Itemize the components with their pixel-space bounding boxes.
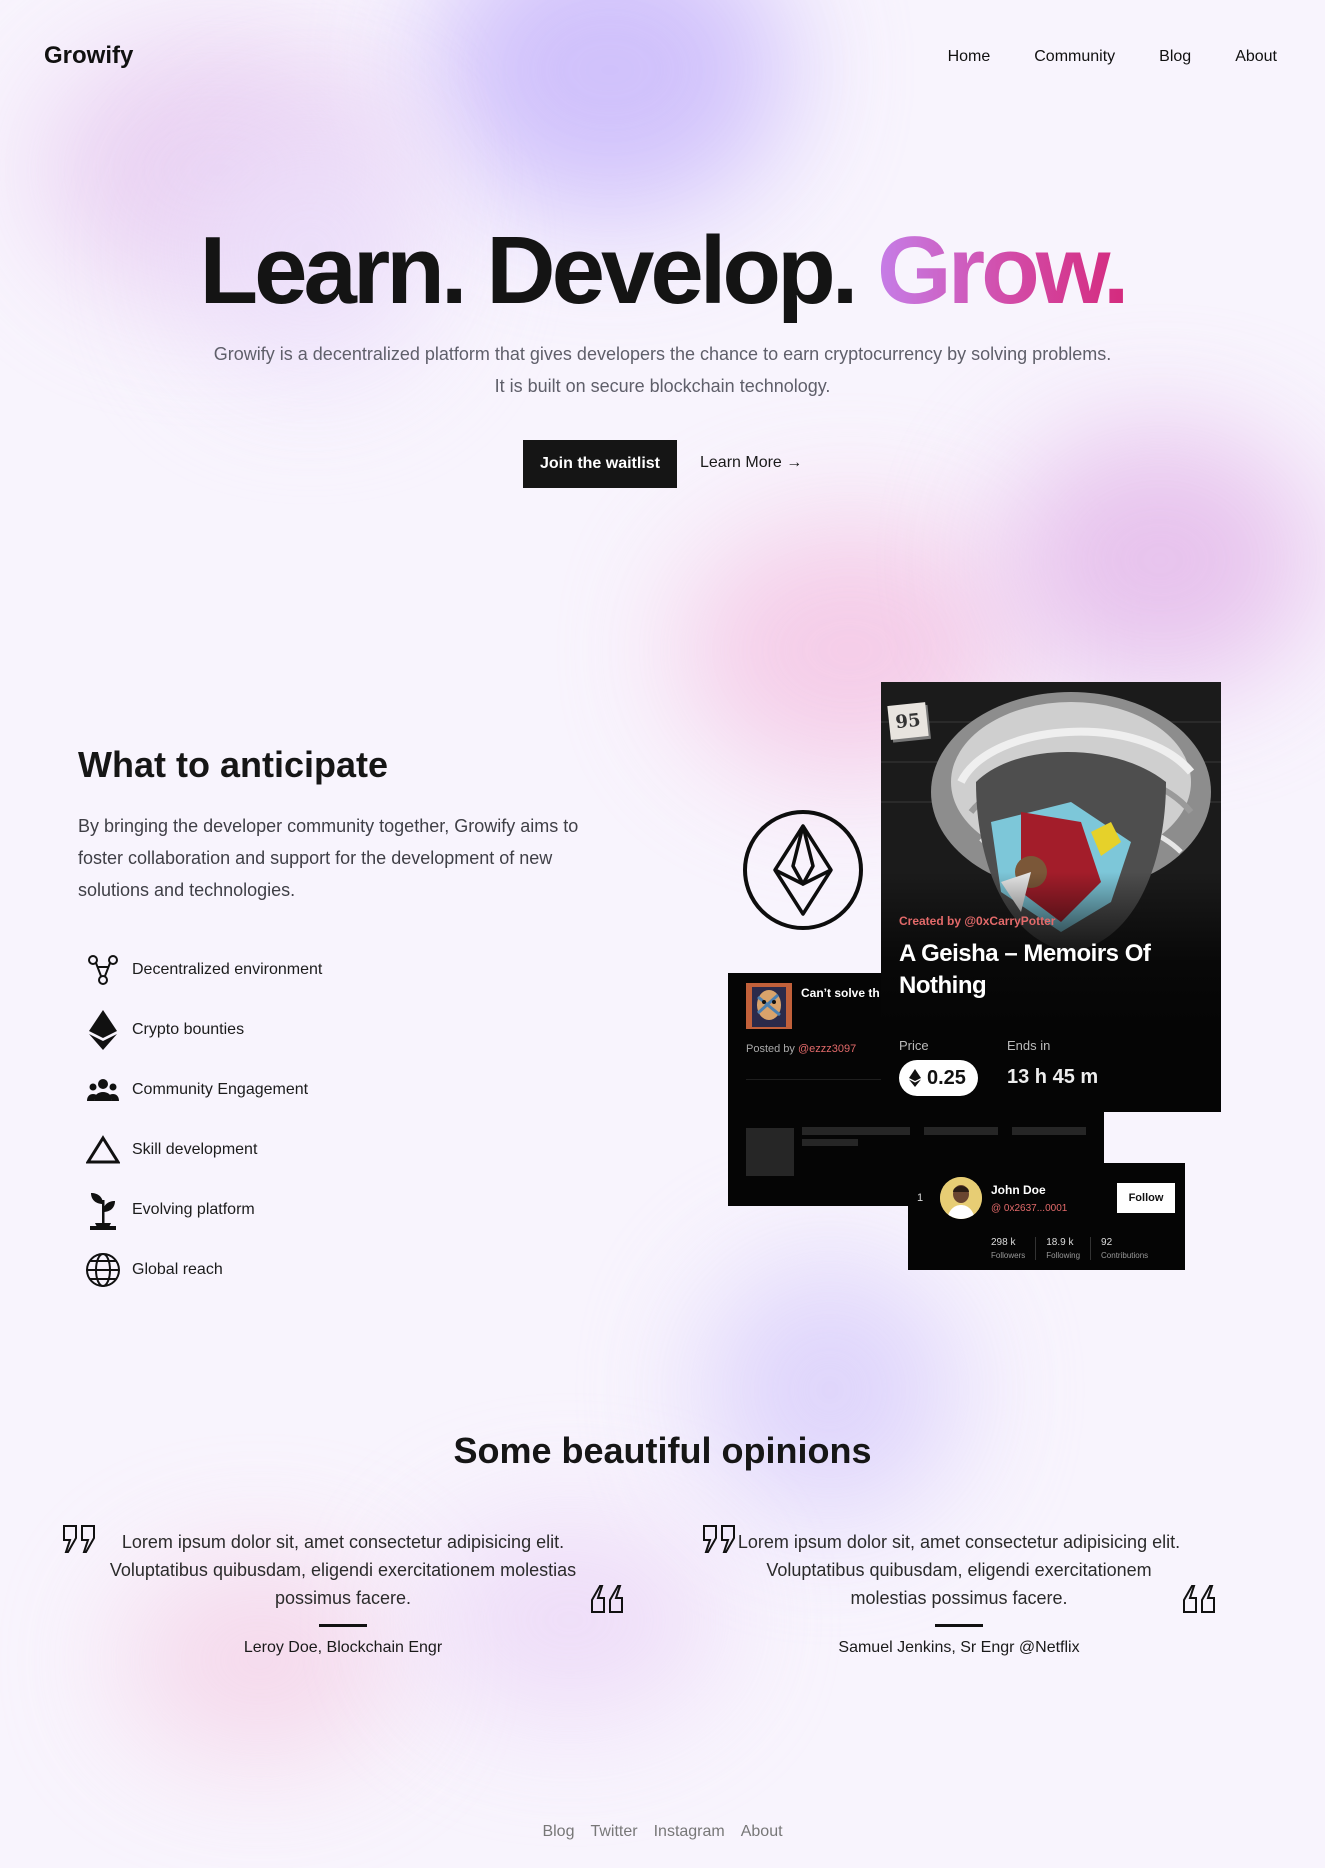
feature-item: Global reach: [84, 1240, 322, 1300]
nft-badge: 95: [887, 702, 929, 740]
open-quote-icon: [703, 1525, 735, 1553]
feature-label: Evolving platform: [132, 1201, 255, 1218]
feature-item: Crypto bounties: [84, 1000, 322, 1060]
divider: [746, 1079, 886, 1080]
feature-item: Evolving platform: [84, 1180, 322, 1240]
nft-title: A Geisha – Memoirs Of Nothing: [899, 940, 1151, 999]
profile-card: 1 John Doe @ 0x2637...0001 Follow 298 k …: [908, 1163, 1185, 1270]
post-title: Can’t solve th issue, it’s a...: [801, 986, 885, 1000]
skeleton-bar: [1012, 1127, 1086, 1135]
main-nav: Home Community Blog About: [948, 48, 1277, 66]
testimonial: Lorem ipsum dolor sit, amet consectetur …: [734, 1528, 1184, 1657]
nft-ends-label: Ends in: [1007, 1038, 1051, 1053]
feature-list: Decentralized environment Crypto bountie…: [84, 940, 322, 1300]
post-posted-by: Posted by: [746, 1043, 795, 1055]
testimonial-author: Leroy Doe, Blockchain Engr: [243, 1639, 443, 1656]
nav-blog[interactable]: Blog: [1159, 48, 1191, 66]
skeleton-bar: [802, 1139, 858, 1146]
nft-creator[interactable]: Created by @0xCarryPotter: [899, 914, 1055, 928]
testimonial: Lorem ipsum dolor sit, amet consectetur …: [90, 1528, 596, 1657]
testimonial-text: Lorem ipsum dolor sit, amet consectetur …: [737, 1532, 1181, 1608]
nft-card[interactable]: 95 Created by @0xCarryPotter A Geisha – …: [881, 682, 1221, 1112]
hero-subtitle: Growify is a decentralized platform that…: [0, 338, 1325, 402]
skeleton-bar: [802, 1127, 910, 1135]
ethereum-circle-icon: [743, 810, 863, 930]
footer-links: Blog Twitter Instagram About: [0, 1823, 1325, 1841]
feature-label: Skill development: [132, 1141, 258, 1158]
testimonial-text: Lorem ipsum dolor sit, amet consectetur …: [109, 1532, 577, 1608]
feature-item: Community Engagement: [84, 1060, 322, 1120]
divider: [319, 1624, 367, 1627]
close-quote-icon: [1183, 1585, 1215, 1613]
feature-item: Decentralized environment: [84, 940, 322, 1000]
feature-label: Decentralized environment: [132, 961, 323, 978]
stat-label: Following: [1046, 1251, 1081, 1260]
close-quote-icon: [591, 1585, 623, 1613]
learn-more-link[interactable]: Learn More →: [700, 454, 802, 472]
anticipate-title: What to anticipate: [78, 744, 389, 785]
triangle-icon: [84, 1131, 122, 1169]
hero-title-accent: Grow.: [877, 217, 1129, 324]
footer-instagram-link[interactable]: Instagram: [654, 1823, 725, 1841]
feature-label: Global reach: [132, 1261, 223, 1278]
profile-address: @ 0x2637...0001: [991, 1203, 1068, 1214]
ethereum-icon: [909, 1069, 921, 1087]
anticipate-text: By bringing the developer community toge…: [78, 816, 579, 900]
stat-value: 18.9 k: [1046, 1237, 1074, 1248]
skeleton-block: [746, 1128, 794, 1176]
opinions-title: Some beautiful opinions: [453, 1430, 872, 1471]
join-waitlist-button[interactable]: Join the waitlist: [523, 440, 677, 488]
hero-title-main: Learn. Develop.: [199, 217, 858, 324]
divider: [935, 1624, 983, 1627]
nft-price-value: 0.25: [927, 1066, 966, 1089]
footer-twitter-link[interactable]: Twitter: [590, 1823, 637, 1841]
follow-button[interactable]: Follow: [1117, 1183, 1175, 1213]
stat-value: 298 k: [991, 1237, 1016, 1248]
footer-blog-link[interactable]: Blog: [542, 1823, 574, 1841]
nav-community[interactable]: Community: [1034, 48, 1115, 66]
profile-name[interactable]: John Doe: [991, 1183, 1046, 1197]
people-icon: [84, 1071, 122, 1109]
skeleton-bar: [924, 1127, 998, 1135]
post-handle[interactable]: @ezzz3097: [798, 1043, 856, 1055]
stat-contributions: 92 Contributions: [1101, 1237, 1158, 1260]
stat-followers: 298 k Followers: [991, 1237, 1037, 1260]
nft-price-label: Price: [899, 1038, 929, 1053]
footer-about-link[interactable]: About: [741, 1823, 783, 1841]
stat-value: 92: [1101, 1237, 1113, 1248]
plant-icon: [84, 1191, 122, 1230]
stat-following: 18.9 k Following: [1046, 1237, 1092, 1260]
nft-price-pill: 0.25: [899, 1060, 978, 1096]
hero-subtitle-line-1: Growify is a decentralized platform that…: [213, 344, 1112, 364]
ethereum-icon: [84, 1010, 122, 1050]
hero-subtitle-line-2: It is built on secure blockchain technol…: [494, 376, 831, 396]
nav-home[interactable]: Home: [948, 48, 991, 66]
profile-rank: 1: [917, 1192, 924, 1204]
nav-about[interactable]: About: [1235, 48, 1277, 66]
post-thumbnail: [746, 983, 792, 1029]
feature-label: Crypto bounties: [132, 1021, 245, 1038]
hero-title: Learn. Develop. Grow.: [0, 218, 1325, 324]
brand-logo[interactable]: Growify: [44, 42, 133, 70]
profile-stats: 298 k Followers 18.9 k Following 92 Cont…: [991, 1237, 1168, 1260]
stat-label: Followers: [991, 1251, 1026, 1260]
post-meta: Posted by @ezzz3097: [746, 1043, 856, 1055]
globe-icon: [84, 1251, 122, 1289]
stat-label: Contributions: [1101, 1251, 1149, 1260]
network-icon: [84, 951, 122, 989]
feature-item: Skill development: [84, 1120, 322, 1180]
avatar[interactable]: [940, 1177, 982, 1219]
feature-label: Community Engagement: [132, 1081, 309, 1098]
testimonial-author: Samuel Jenkins, Sr Engr @Netflix: [838, 1639, 1080, 1656]
nft-ends-value: 13 h 45 m: [1007, 1066, 1099, 1088]
